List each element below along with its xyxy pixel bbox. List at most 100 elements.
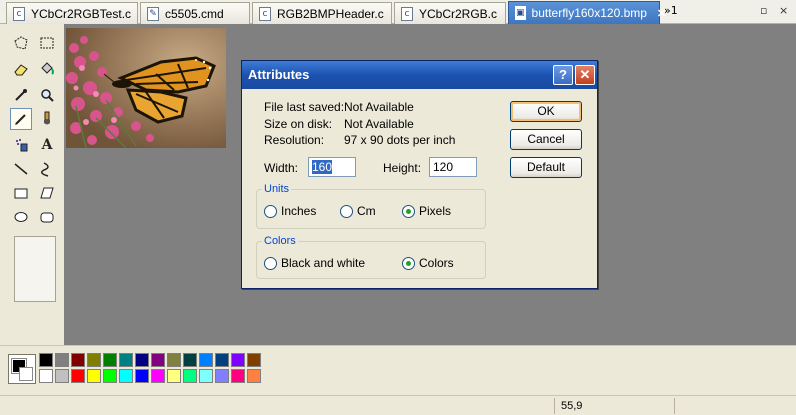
magnifier-icon[interactable] bbox=[36, 84, 58, 106]
default-button[interactable]: Default bbox=[510, 157, 582, 178]
file-last-saved-value: Not Available bbox=[344, 100, 414, 114]
palette-swatch[interactable] bbox=[39, 353, 53, 367]
palette-swatch[interactable] bbox=[135, 353, 149, 367]
attributes-dialog: Attributes ? ✕ File last saved: Not Avai… bbox=[241, 60, 598, 289]
units-inches-radio[interactable]: Inches bbox=[264, 204, 316, 218]
tool-panel: A bbox=[6, 28, 64, 345]
pencil-icon[interactable] bbox=[10, 108, 32, 130]
tab-label: c5505.cmd bbox=[165, 6, 224, 21]
dialog-titlebar[interactable]: Attributes ? ✕ bbox=[242, 61, 597, 89]
palette-swatch[interactable] bbox=[167, 353, 181, 367]
width-value: 160 bbox=[312, 160, 333, 174]
ellipse-icon[interactable] bbox=[10, 206, 32, 228]
palette-swatch[interactable] bbox=[231, 369, 245, 383]
colors-colors-radio[interactable]: Colors bbox=[402, 256, 454, 270]
tab-ycbcr2rgb[interactable]: c YCbCr2RGB.c bbox=[394, 2, 506, 24]
line-icon[interactable] bbox=[10, 158, 32, 180]
palette-swatch[interactable] bbox=[103, 369, 117, 383]
status-bar: 55,9 bbox=[0, 395, 796, 415]
radio-label: Black and white bbox=[281, 256, 366, 270]
c-file-icon: c bbox=[259, 6, 271, 21]
close-icon[interactable]: ✕ bbox=[575, 65, 595, 85]
c-file-icon: c bbox=[13, 6, 25, 21]
status-coordinates: 55,9 bbox=[554, 398, 672, 414]
status-selection-size bbox=[674, 398, 794, 414]
palette-swatch[interactable] bbox=[231, 353, 245, 367]
radio-indicator bbox=[340, 204, 353, 218]
palette-swatch[interactable] bbox=[247, 353, 261, 367]
tab-label: YCbCr2RGB.c bbox=[419, 6, 498, 21]
palette-swatch[interactable] bbox=[71, 369, 85, 383]
tab-ycbcr2rgbtest[interactable]: c YCbCr2RGBTest.c bbox=[6, 2, 138, 24]
resolution-label: Resolution: bbox=[264, 133, 325, 147]
rectangle-icon[interactable] bbox=[10, 182, 32, 204]
palette-swatch[interactable] bbox=[119, 353, 133, 367]
minimize-icon[interactable]: ▫ bbox=[760, 4, 767, 17]
cmd-file-icon: ✎ bbox=[147, 6, 159, 21]
palette-swatch[interactable] bbox=[135, 369, 149, 383]
tab-rgb2bmpheader[interactable]: c RGB2BMPHeader.c bbox=[252, 2, 392, 24]
palette-swatch[interactable] bbox=[151, 369, 165, 383]
palette-swatch[interactable] bbox=[183, 369, 197, 383]
width-label: Width: bbox=[264, 161, 299, 175]
units-cm-radio[interactable]: Cm bbox=[340, 204, 376, 218]
current-colors[interactable] bbox=[8, 354, 36, 384]
rounded-rect-icon[interactable] bbox=[36, 206, 58, 228]
width-input[interactable]: 160 bbox=[308, 157, 356, 177]
c-file-icon: c bbox=[401, 6, 413, 21]
fill-bucket-icon[interactable] bbox=[36, 58, 58, 80]
free-select-icon[interactable] bbox=[10, 32, 32, 54]
radio-label: Cm bbox=[357, 204, 376, 218]
palette-swatch[interactable] bbox=[199, 369, 213, 383]
close-icon[interactable]: × bbox=[779, 4, 788, 17]
units-pixels-radio[interactable]: Pixels bbox=[402, 204, 451, 218]
height-value: 120 bbox=[433, 160, 454, 174]
resolution-value: 97 x 90 dots per inch bbox=[344, 133, 456, 147]
palette-swatch[interactable] bbox=[167, 369, 181, 383]
tab-overflow-indicator[interactable]: »1 bbox=[664, 4, 678, 17]
help-icon[interactable]: ? bbox=[553, 65, 573, 85]
size-on-disk-value: Not Available bbox=[344, 117, 414, 131]
palette-swatch[interactable] bbox=[119, 369, 133, 383]
palette-swatch[interactable] bbox=[183, 353, 197, 367]
radio-label: Inches bbox=[281, 204, 317, 218]
butterfly-image[interactable] bbox=[66, 28, 226, 148]
color-picker-icon[interactable] bbox=[10, 84, 32, 106]
curve-icon[interactable] bbox=[36, 158, 58, 180]
background-color-swatch[interactable] bbox=[19, 367, 33, 381]
palette-swatch[interactable] bbox=[55, 353, 69, 367]
tab-label: butterfly160x120.bmp bbox=[531, 6, 647, 20]
palette-swatch[interactable] bbox=[87, 369, 101, 383]
polygon-icon[interactable] bbox=[36, 182, 58, 204]
palette-swatch[interactable] bbox=[55, 369, 69, 383]
radio-indicator-selected bbox=[402, 204, 415, 218]
tab-label: RGB2BMPHeader.c bbox=[277, 6, 384, 21]
palette-swatch[interactable] bbox=[151, 353, 165, 367]
colors-group-title: Colors bbox=[262, 235, 298, 247]
palette-swatch[interactable] bbox=[215, 353, 229, 367]
dialog-title: Attributes bbox=[248, 67, 310, 82]
airbrush-icon[interactable] bbox=[10, 134, 32, 156]
radio-indicator-selected bbox=[402, 256, 415, 270]
palette-swatch[interactable] bbox=[103, 353, 117, 367]
palette-swatch[interactable] bbox=[215, 369, 229, 383]
brush-icon[interactable] bbox=[36, 108, 58, 130]
palette-swatch[interactable] bbox=[87, 353, 101, 367]
ok-button[interactable]: OK bbox=[510, 101, 582, 122]
eraser-icon[interactable] bbox=[10, 58, 32, 80]
tool-options-box[interactable] bbox=[14, 236, 56, 302]
palette-swatch[interactable] bbox=[199, 353, 213, 367]
height-input[interactable]: 120 bbox=[429, 157, 477, 177]
palette-swatch[interactable] bbox=[247, 369, 261, 383]
tab-c5505-cmd[interactable]: ✎ c5505.cmd bbox=[140, 2, 250, 24]
document-tab-bar: c YCbCr2RGBTest.c ✎ c5505.cmd c RGB2BMPH… bbox=[0, 0, 796, 24]
palette-swatch[interactable] bbox=[71, 353, 85, 367]
cancel-button[interactable]: Cancel bbox=[510, 129, 582, 150]
tab-butterfly-bmp[interactable]: ▣ butterfly160x120.bmp ✕ bbox=[508, 1, 666, 24]
palette-swatch[interactable] bbox=[39, 369, 53, 383]
units-group-title: Units bbox=[262, 183, 292, 195]
text-icon[interactable]: A bbox=[36, 134, 58, 156]
radio-label: Colors bbox=[419, 256, 454, 270]
rect-select-icon[interactable] bbox=[36, 32, 58, 54]
colors-blackwhite-radio[interactable]: Black and white bbox=[264, 256, 365, 270]
